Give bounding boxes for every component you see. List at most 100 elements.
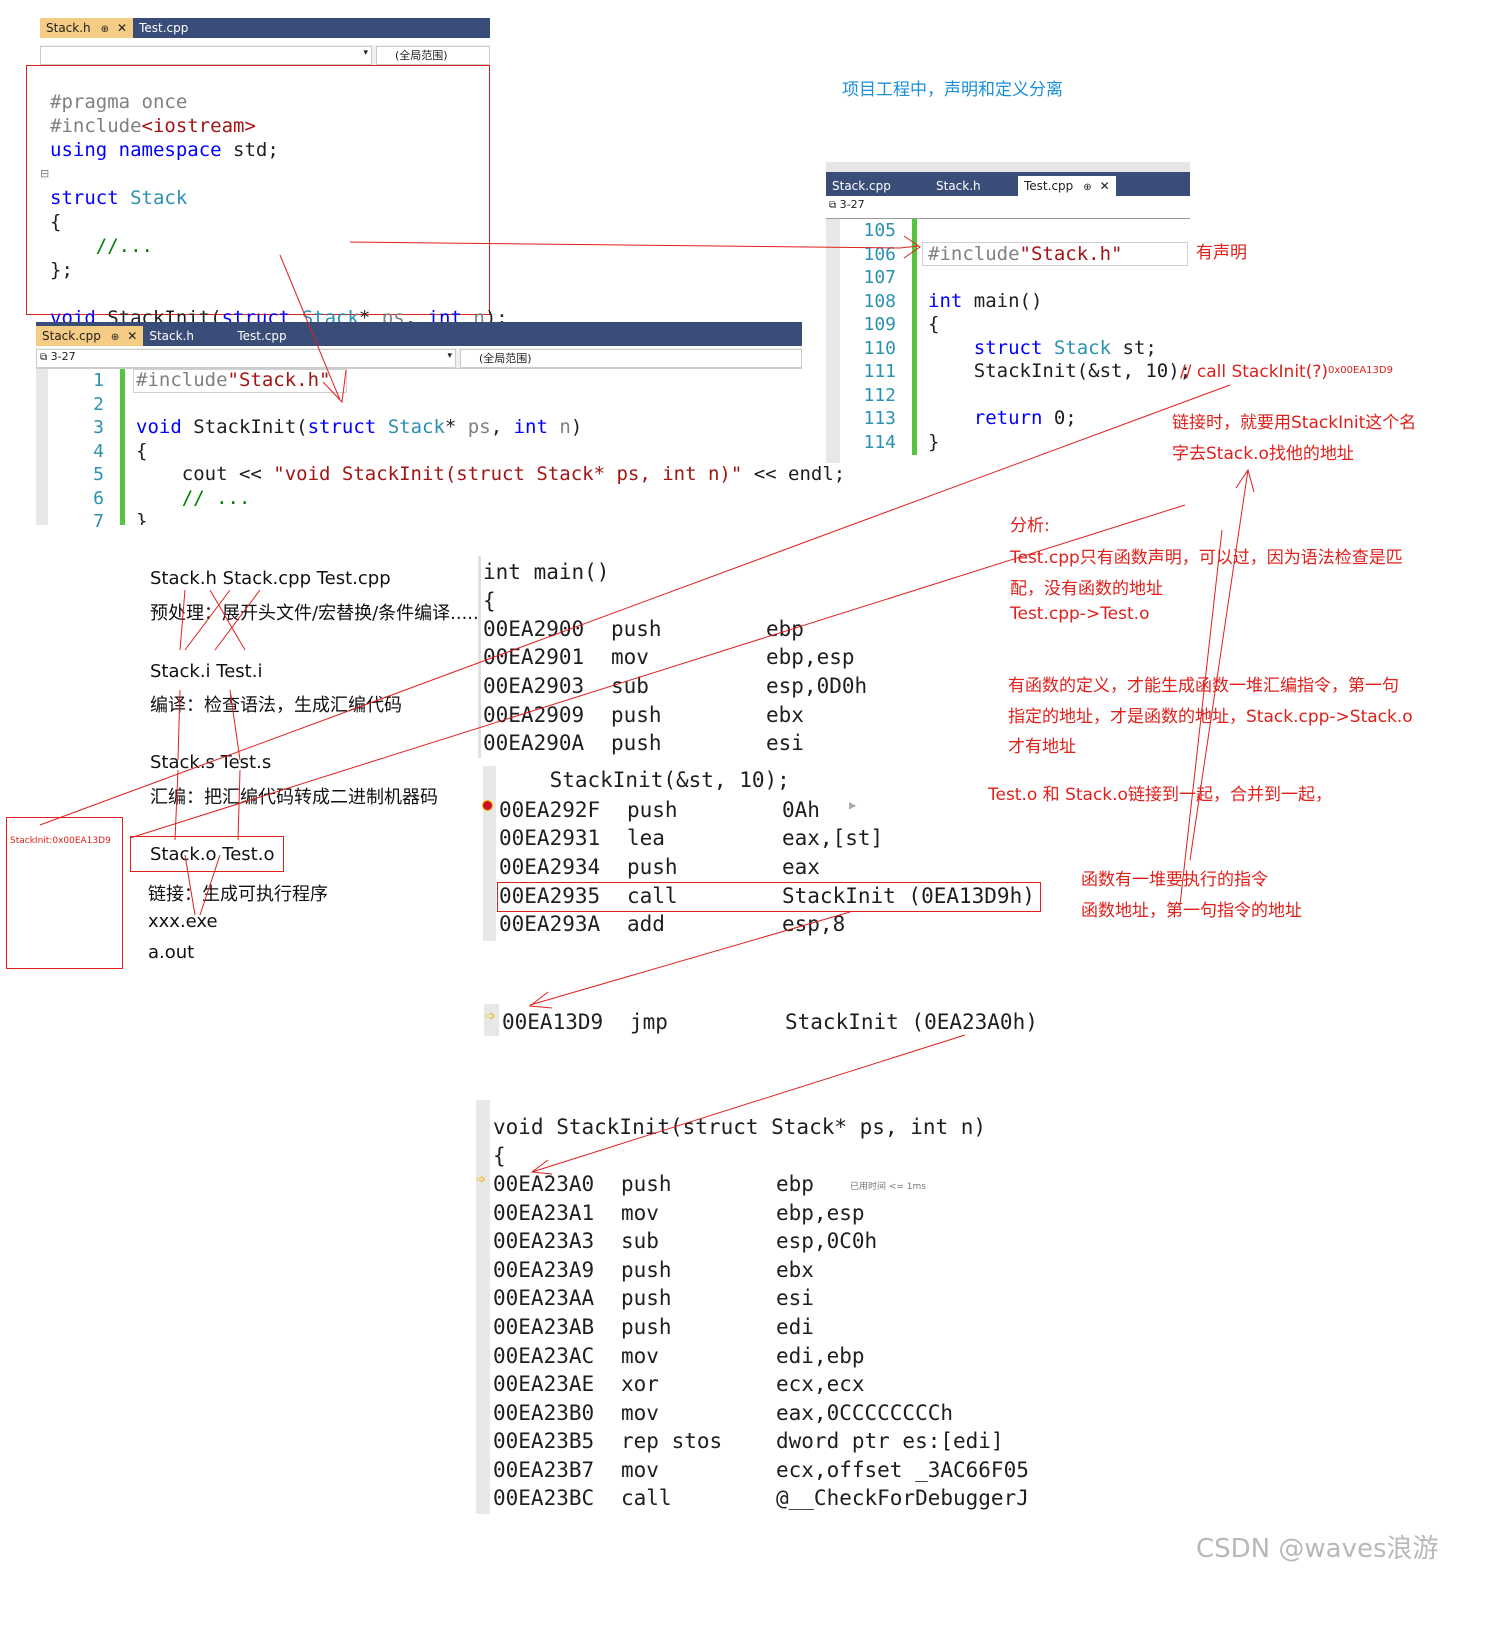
disasm-row: 00EA2931 lea eax,[st] [499, 826, 883, 850]
close-icon[interactable]: ✕ [127, 329, 137, 343]
disasm-addr: 00EA23AE [493, 1372, 595, 1396]
disasm-addr: 00EA23A9 [493, 1258, 595, 1282]
play-icon: ▶︎ [849, 798, 857, 812]
disasm-op: call [621, 1486, 672, 1510]
disasm-op: mov [621, 1458, 659, 1482]
tab-test-cpp[interactable]: Test.cpp [133, 18, 194, 38]
disasm-addr: 00EA293A [499, 912, 601, 936]
tab-stack-h[interactable]: Stack.h [143, 326, 231, 346]
code-token: struct [973, 336, 1043, 359]
disasm-arg: edi,ebp [776, 1344, 865, 1368]
pin-icon[interactable]: ⊕ [101, 24, 109, 35]
tab-stack-cpp[interactable]: Stack.cpp [826, 176, 930, 196]
disasm-op: push [611, 617, 662, 641]
tab-label: Test.cpp [1024, 179, 1074, 193]
location-dropdown[interactable]: ⧉ 3-27 ▾ [36, 349, 456, 368]
disasm-arg: esp,8 [782, 912, 846, 936]
code-token: ) [570, 416, 583, 438]
disasm-arg: ecx,offset _3AC66F05 [776, 1458, 1029, 1482]
disasm-call-margin [483, 766, 496, 941]
scope-dropdown[interactable]: (全局范围) [376, 46, 490, 65]
location-label: 3-27 [50, 350, 76, 363]
disasm-brace: { [483, 589, 496, 613]
disasm-addr: 00EA23AC [493, 1344, 595, 1368]
disasm-arg: ebp,esp [776, 1201, 865, 1225]
disasm-op: push [611, 703, 662, 727]
code-line: } [136, 510, 148, 525]
disasm-main: int main() { 00EA2900 push ebp 00EA2901 mov… [483, 560, 867, 755]
disasm-addr: 00EA2909 [483, 703, 585, 727]
disasm-arg: ebx [776, 1258, 814, 1282]
analysis-line-3: Test.cpp->Test.o [1010, 604, 1150, 624]
symbol-entry: StackInit:0x00EA13D9 [10, 836, 111, 846]
code-token: StackInit( [181, 416, 308, 438]
line-number: 110 [863, 337, 896, 359]
tab-test-cpp[interactable]: Test.cpp ⊕ ✕ [1018, 176, 1116, 196]
flow-assemble: 汇编：把汇编代码转成二进制机器码 [150, 787, 438, 808]
flow-o-files: Stack.o Test.o [150, 844, 275, 865]
code-token: struct [307, 416, 377, 438]
code-token: "Stack.h" [227, 369, 331, 391]
tab-stack-cpp[interactable]: Stack.cpp ⊕ ✕ [36, 326, 144, 346]
disasm-op: push [627, 798, 678, 822]
code-token: n [559, 416, 571, 438]
stack-cpp-navbar: ⧉ 3-27 ▾ (全局范围) [36, 348, 802, 369]
collapse-marker[interactable]: ⊟ [40, 167, 49, 180]
scope-dropdown[interactable]: (全局范围) [460, 349, 802, 368]
flow-exe: xxx.exe [148, 911, 218, 932]
disasm-op: push [621, 1258, 672, 1282]
disasm-op: push [611, 731, 662, 755]
line-number: 106 [863, 243, 896, 265]
close-icon[interactable]: ✕ [1100, 179, 1110, 193]
function-note-2: 函数地址，第一句指令的地址 [1081, 901, 1302, 921]
flow-s-files: Stack.s Test.s [150, 752, 272, 773]
elapsed-time: 已用时间 <= 1ms [850, 1182, 926, 1192]
current-instruction-arrow-icon: ➩ [485, 1009, 496, 1024]
disasm-op: jmp [630, 1010, 668, 1034]
test-cpp-tabbar: Stack.cpp Stack.h Test.cpp ⊕ ✕ [826, 172, 1190, 196]
code-token: << endl; [742, 463, 846, 485]
analysis-line-2: 配，没有函数的地址 [1010, 579, 1163, 599]
code-token: st; [1111, 336, 1157, 359]
flow-source-files: Stack.h Stack.cpp Test.cpp [150, 568, 391, 589]
disasm-arg: eax,0CCCCCCCCh [776, 1401, 954, 1425]
tab-label: Test.cpp [139, 21, 189, 35]
code-token: void [136, 416, 182, 438]
disasm-op: mov [611, 645, 649, 669]
disasm-arg: @__CheckForDebuggerJ [776, 1486, 1029, 1510]
disasm-row: 00EA23A3 sub esp,0C0h [493, 1229, 877, 1253]
disasm-addr: 00EA2935 [499, 884, 601, 908]
disasm-addr: 00EA23AA [493, 1286, 595, 1310]
tab-test-cpp[interactable]: Test.cpp [231, 326, 292, 346]
test-cpp-change-bar [912, 219, 917, 455]
disasm-addr: 00EA23B5 [493, 1429, 595, 1453]
disasm-addr: 00EA23A1 [493, 1201, 595, 1225]
disasm-row: 00EA23AB push edi [493, 1315, 814, 1339]
close-icon[interactable]: ✕ [117, 21, 127, 35]
code-token: #include [50, 115, 142, 137]
disasm-arg: edi [776, 1315, 814, 1339]
line-number: 112 [863, 384, 896, 406]
breakpoint-icon[interactable] [482, 800, 493, 811]
tab-stack-h[interactable]: Stack.h [930, 176, 1018, 196]
test-cpp-code: #include"Stack.h" int main() { struct St… [928, 219, 1191, 454]
code-line: // ... [136, 486, 251, 509]
scope-dropdown-left[interactable]: ▾ [40, 46, 372, 65]
tab-label: Stack.cpp [832, 179, 891, 193]
stack-cpp-tabbar: Stack.cpp ⊕ ✕ Stack.h Test.cpp [36, 322, 802, 346]
disasm-row: 00EA292F push 0Ah ▶︎ [499, 798, 856, 822]
file-icon: ⧉ [40, 352, 48, 363]
chevron-down-icon: ▾ [447, 351, 452, 361]
pin-icon[interactable]: ⊕ [1083, 182, 1091, 193]
pin-icon[interactable]: ⊕ [111, 332, 119, 343]
disasm-addr: 00EA13D9 [502, 1010, 604, 1034]
disasm-op: push [627, 855, 678, 879]
flow-link: 链接：生成可执行程序 [148, 884, 328, 905]
tab-stack-h[interactable]: Stack.h ⊕ ✕ [40, 18, 134, 38]
disasm-header: int main() [483, 560, 610, 584]
disasm-row: 00EA23AE xor ecx,ecx [493, 1372, 865, 1396]
code-token: Stack [130, 187, 188, 209]
code-token: #include [928, 242, 1020, 265]
disasm-op: sub [621, 1229, 659, 1253]
